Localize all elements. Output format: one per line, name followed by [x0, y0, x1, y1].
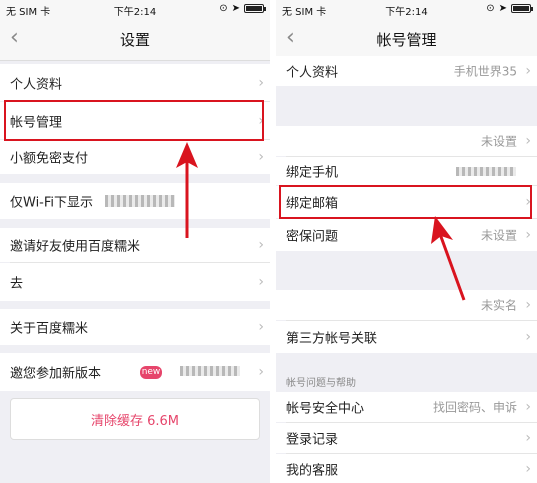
row-label: 帐号安全中心 [286, 401, 365, 417]
item-label: 小额免密支付 [10, 151, 89, 167]
section-header-help: 帐号问题与帮助 [286, 378, 356, 389]
row-value: 手机世界35 [453, 64, 517, 79]
chevron-right-icon: › [525, 460, 531, 477]
status-bar: 无 SIM 卡 下午2:14 ⊙ ➤ [0, 0, 270, 18]
settings-screen: 无 SIM 卡 下午2:14 ⊙ ➤ ‹ 设置 个人资料 › 帐号管理 › 小额… [0, 0, 270, 483]
settings-item-profile[interactable]: 个人资料 › [0, 64, 270, 101]
status-icons: ⊙ ➤ [219, 3, 266, 14]
chevron-right-icon: › [525, 399, 531, 415]
account-row-security-center[interactable]: 帐号安全中心 找回密码、申诉 › [276, 392, 537, 422]
blurred-value [456, 167, 516, 176]
clear-cache-button[interactable]: 清除缓存 6.6M [10, 398, 260, 440]
status-bar: 无 SIM 卡 下午2:14 ⊙ ➤ [276, 0, 537, 18]
lock-rotation-icon: ⊙ [219, 3, 228, 14]
chevron-right-icon: › [525, 63, 531, 79]
status-icons: ⊙ ➤ [486, 3, 533, 14]
highlight-box [4, 100, 264, 141]
chevron-right-icon: › [258, 237, 264, 253]
settings-item-beta[interactable]: 邀您参加新版本 › [0, 353, 270, 391]
item-label: 关于百度糯米 [10, 321, 89, 337]
new-badge: new [140, 366, 162, 379]
highlight-box [279, 185, 532, 219]
red-arrow [176, 142, 198, 238]
row-label: 第三方帐号关联 [286, 331, 378, 347]
nav-bar: ‹ 帐号管理 [276, 18, 537, 61]
battery-icon [244, 4, 266, 13]
account-management-screen: 无 SIM 卡 下午2:14 ⊙ ➤ ‹ 帐号管理 个人资料 手机世界35 › … [276, 0, 537, 483]
settings-item-about[interactable]: 关于百度糯米 › [0, 309, 270, 345]
item-label: 邀请好友使用百度糯米 [10, 239, 141, 255]
chevron-right-icon: › [258, 149, 264, 165]
chevron-right-icon: › [525, 297, 531, 313]
row-label: 密保问题 [286, 229, 339, 245]
account-row-bind-phone[interactable]: 绑定手机 [276, 157, 537, 185]
row-label: 我的客服 [286, 463, 339, 478]
row-value: 未实名 [480, 298, 517, 313]
account-row-hidden[interactable]: 未设置 › [276, 126, 537, 156]
chevron-right-icon: › [525, 430, 531, 446]
red-arrow [431, 216, 466, 301]
account-row-profile[interactable]: 个人资料 手机世界35 › [276, 56, 537, 86]
nav-bar: ‹ 设置 [0, 18, 270, 61]
chevron-right-icon: › [258, 364, 264, 380]
row-value: 找回密码、申诉 [432, 400, 517, 415]
item-label: 仅Wi-Fi下显示 [10, 195, 94, 211]
account-row-security-question[interactable]: 密保问题 未设置 › [276, 219, 537, 251]
location-icon: ➤ [231, 3, 240, 14]
blurred-text [180, 366, 240, 376]
account-row-real-name[interactable]: 未实名 › [276, 290, 537, 320]
battery-icon [511, 4, 533, 13]
page-title: 帐号管理 [376, 31, 437, 49]
account-row-third-party[interactable]: 第三方帐号关联 › [276, 321, 537, 353]
account-row-login-history[interactable]: 登录记录 › [276, 423, 537, 453]
settings-item-invite[interactable]: 邀请好友使用百度糯米 › [0, 228, 270, 262]
row-label: 登录记录 [286, 432, 339, 448]
settings-item-wifi-only[interactable]: 仅Wi-Fi下显示 [0, 183, 270, 219]
item-label: 邀您参加新版本 [10, 366, 102, 382]
blurred-toggle [105, 195, 175, 207]
settings-item-payment[interactable]: 小额免密支付 › [0, 140, 270, 174]
row-label: 绑定手机 [286, 165, 339, 181]
chevron-right-icon: › [258, 319, 264, 335]
account-row-customer-service[interactable]: 我的客服 › [276, 454, 537, 483]
item-label: 去 [10, 276, 24, 292]
row-label: 个人资料 [286, 65, 339, 81]
page-title: 设置 [119, 31, 150, 49]
row-value: 未设置 [480, 134, 517, 149]
chevron-right-icon: › [525, 329, 531, 345]
item-label: 个人资料 [10, 77, 63, 92]
chevron-right-icon: › [258, 74, 264, 91]
chevron-right-icon: › [258, 274, 264, 290]
settings-item-go[interactable]: 去 › [0, 263, 270, 301]
row-value: 未设置 [480, 228, 517, 243]
chevron-right-icon: › [525, 133, 531, 149]
location-icon: ➤ [498, 3, 507, 14]
lock-rotation-icon: ⊙ [486, 3, 495, 14]
chevron-right-icon: › [525, 227, 531, 243]
